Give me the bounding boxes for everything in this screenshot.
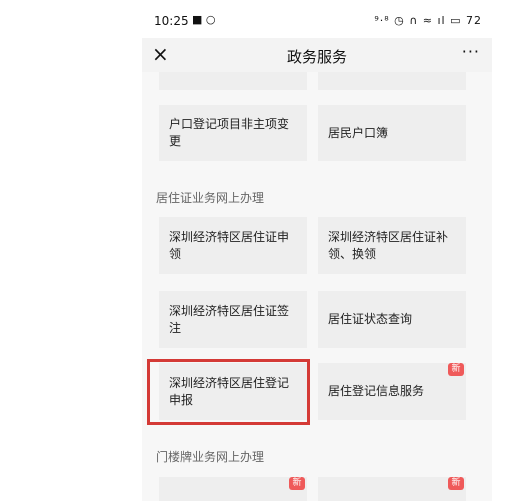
more-options-icon[interactable]: ···	[462, 42, 480, 61]
service-card-doorplate-2[interactable]: 新	[318, 477, 466, 501]
battery-level: 72	[466, 14, 482, 27]
service-card-permit-apply[interactable]: 深圳经济特区居住证申领	[159, 217, 307, 274]
card-label: 居民户口簿	[328, 125, 389, 140]
service-card-doorplate-1[interactable]: 新	[159, 477, 307, 501]
service-card-household-book[interactable]: 居民户口簿	[318, 105, 466, 161]
service-card-permit-status[interactable]: 居住证状态查询	[318, 291, 466, 348]
service-list[interactable]: 户口登记项目非主项变更 居民户口簿 居住证业务网上办理 深圳经济特区居住证申领 …	[142, 72, 492, 501]
page-title: 政务服务	[286, 48, 347, 66]
service-card-partial[interactable]	[318, 72, 466, 90]
signal-icons: ⁹·⁸ ◷ ∩ ≈ ıl ▭	[374, 14, 462, 27]
card-label: 户口登记项目非主项变更	[169, 117, 290, 148]
new-badge: 新	[448, 363, 464, 376]
section-title: 居住证业务网上办理	[156, 191, 265, 205]
service-card-partial[interactable]	[159, 72, 307, 90]
title-bar: × 政务服务 ···	[142, 38, 492, 72]
status-bar: 10:25 ■ ○ ⁹·⁸ ◷ ∩ ≈ ıl ▭ 72	[142, 0, 492, 42]
new-badge: 新	[448, 477, 464, 490]
card-label: 深圳经济特区居住证补领、换领	[328, 229, 449, 261]
new-badge: 新	[289, 477, 305, 490]
service-card-residence-info[interactable]: 居住登记信息服务 新	[318, 363, 466, 420]
card-label: 居住登记信息服务	[328, 384, 425, 398]
card-label: 深圳经济特区居住证申领	[169, 229, 290, 261]
card-label: 深圳经济特区居住证签注	[169, 303, 290, 335]
service-card-permit-endorse[interactable]: 深圳经济特区居住证签注	[159, 291, 307, 348]
notification-icons: ■ ○	[192, 13, 216, 26]
status-right-icons: ⁹·⁸ ◷ ∩ ≈ ıl ▭ 72	[374, 14, 482, 27]
highlight-box	[147, 359, 310, 425]
service-card-permit-reissue[interactable]: 深圳经济特区居住证补领、换领	[318, 217, 466, 274]
phone-screen: 10:25 ■ ○ ⁹·⁸ ◷ ∩ ≈ ıl ▭ 72 × 政务服务 ··· 户…	[142, 0, 492, 501]
card-label: 居住证状态查询	[328, 312, 413, 326]
service-card-household-change[interactable]: 户口登记项目非主项变更	[159, 105, 307, 161]
status-time: 10:25	[154, 14, 189, 28]
section-title: 门楼牌业务网上办理	[156, 450, 265, 464]
